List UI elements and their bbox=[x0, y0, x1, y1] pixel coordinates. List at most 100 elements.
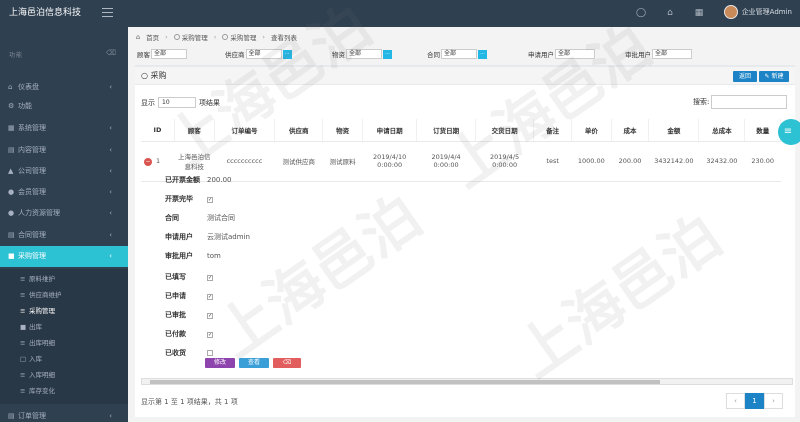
collapse-row-icon[interactable]: − bbox=[144, 157, 152, 166]
material-picker-button[interactable]: ... bbox=[383, 49, 392, 59]
customer-select[interactable]: 全部 bbox=[151, 49, 187, 59]
sidebar-pin-icon[interactable]: ⌫ bbox=[106, 49, 116, 57]
menu-icon: ≡ bbox=[783, 126, 793, 137]
sidebar-item-dashboard[interactable]: ⌂ 仪表盘 ‹ bbox=[0, 77, 128, 98]
detail-filled: 已填写 ✓ bbox=[165, 273, 213, 281]
page-size-select[interactable]: 10 bbox=[158, 97, 196, 108]
filled-checkbox: ✓ bbox=[207, 275, 213, 281]
supplier-picker-button[interactable]: ... bbox=[282, 49, 292, 59]
invoice-done-checkbox: ✓ bbox=[207, 197, 213, 203]
detail-applied: 已申请 ✓ bbox=[165, 292, 213, 300]
th-id[interactable]: ID bbox=[141, 119, 175, 142]
grid-icon: ▦ bbox=[8, 124, 15, 132]
new-button[interactable]: ✎ 新建 bbox=[759, 71, 789, 82]
contract-icon: ▤ bbox=[8, 231, 15, 239]
gear-icon: ⚙ bbox=[8, 102, 15, 110]
search-control: 搜索: bbox=[693, 95, 788, 109]
supplier-select[interactable]: 全部 bbox=[245, 49, 282, 59]
approver-select[interactable]: 全部 bbox=[652, 49, 692, 59]
filter-supplier: 供应商 全部 ... bbox=[225, 49, 292, 59]
detail-paid: 已付款 ✓ bbox=[165, 330, 213, 338]
sidebar-sub-suppliers[interactable]: ≡ 供应商维护 bbox=[0, 287, 128, 303]
sidebar-item-purchase[interactable]: ■ 采购管理 ‹ bbox=[0, 246, 128, 267]
sidebar-item-orders[interactable]: ▤ 订单管理 ‹ bbox=[0, 406, 128, 422]
floating-menu-button[interactable]: ≡ bbox=[778, 119, 800, 145]
th-amount[interactable]: 金额 bbox=[648, 119, 700, 142]
sidebar-item-contracts[interactable]: ▤ 合同管理 ‹ bbox=[0, 225, 128, 246]
sidebar-sub-outbound-detail[interactable]: ≡ 出库明细 bbox=[0, 335, 128, 351]
filter-bar: 顾客 全部 供应商 全部 ... 物资 全部 ... 合同 全部 ... 申请用… bbox=[137, 49, 797, 61]
th-cost[interactable]: 成本 bbox=[611, 119, 650, 142]
sidebar-sub-inventory[interactable]: ≡ 库存变化 bbox=[0, 383, 128, 399]
building-icon: ▲ bbox=[8, 167, 14, 175]
menu-toggle-icon[interactable] bbox=[102, 8, 113, 18]
view-button[interactable]: 查看 bbox=[239, 358, 269, 368]
back-button[interactable]: 返回 bbox=[733, 71, 757, 82]
list-icon: ≡ bbox=[20, 291, 26, 299]
th-delivery-date[interactable]: 交货日期 bbox=[475, 119, 535, 142]
calendar-icon[interactable]: ▦ bbox=[693, 7, 705, 19]
th-remark[interactable]: 备注 bbox=[533, 119, 572, 142]
horizontal-scrollbar[interactable] bbox=[141, 378, 793, 385]
contract-select[interactable]: 全部 bbox=[441, 49, 477, 59]
sidebar-item-content[interactable]: ▤ 内容管理 ‹ bbox=[0, 140, 128, 161]
sidebar: 功能 ⌫ ⌂ 仪表盘 ‹ ⚙ 功能 ▦ 系统管理 ‹ ▤ 内容管理 ‹ ▲ 公司管理 ‹ ● 会员管… bbox=[0, 27, 128, 422]
breadcrumb-level1[interactable]: 采购管理 bbox=[173, 32, 208, 42]
search-input[interactable] bbox=[711, 95, 788, 109]
panel-header: ○ 采购 返回 ✎ 新建 bbox=[135, 67, 795, 85]
sidebar-sub-purchase[interactable]: ≡ 采购管理 bbox=[0, 303, 128, 319]
sidebar-sub-outbound[interactable]: ■ 出库 bbox=[0, 319, 128, 335]
sidebar-sub-inbound-detail[interactable]: ≡ 入库明细 bbox=[0, 367, 128, 383]
th-order-no[interactable]: 订单编号 bbox=[214, 119, 276, 142]
sidebar-item-system[interactable]: ▦ 系统管理 ‹ bbox=[0, 118, 128, 139]
cell-remark: test bbox=[533, 141, 572, 182]
th-unit-price[interactable]: 单价 bbox=[571, 119, 612, 142]
list-icon: ≡ bbox=[20, 339, 26, 347]
scrollbar-thumb[interactable] bbox=[150, 380, 660, 384]
order-icon: ▤ bbox=[8, 412, 15, 420]
purchase-panel: ○ 采购 返回 ✎ 新建 显示 10 项结果 搜索: ID 顾客 订单编号 供应… bbox=[135, 65, 795, 417]
th-supplier[interactable]: 供应商 bbox=[274, 119, 324, 142]
th-apply-date[interactable]: 申请日期 bbox=[362, 119, 418, 142]
sidebar-sub-inbound[interactable]: □ 入库 bbox=[0, 351, 128, 367]
th-order-date[interactable]: 订货日期 bbox=[416, 119, 476, 142]
prev-page-button[interactable]: ‹ bbox=[726, 393, 745, 409]
th-total-cost[interactable]: 总成本 bbox=[698, 119, 746, 142]
panel-title: ○ 采购 bbox=[141, 71, 167, 80]
applicant-select[interactable]: 全部 bbox=[555, 49, 595, 59]
list-icon: ≡ bbox=[20, 387, 26, 395]
pagination: ‹ 1 › bbox=[726, 393, 783, 409]
contract-picker-button[interactable]: ... bbox=[478, 49, 487, 59]
th-quantity[interactable]: 数量 bbox=[744, 119, 781, 142]
bell-icon[interactable]: ◯ bbox=[635, 7, 647, 19]
detail-approved: 已审批 ✓ bbox=[165, 311, 213, 319]
delete-button[interactable]: ⌫ 删除 bbox=[273, 358, 301, 376]
breadcrumb-home[interactable]: 首页 bbox=[146, 32, 159, 42]
edit-button[interactable]: 修改 bbox=[205, 358, 235, 368]
th-material[interactable]: 物资 bbox=[322, 119, 363, 142]
cell-order-date: 2019/4/4 0:00:00 bbox=[416, 141, 476, 182]
sidebar-item-hr[interactable]: ● 人力资源管理 ‹ bbox=[0, 203, 128, 224]
breadcrumb-level2[interactable]: 采购管理 bbox=[222, 32, 256, 42]
next-page-button[interactable]: › bbox=[764, 393, 783, 409]
home-icon: ⌂ bbox=[8, 83, 13, 91]
user-menu[interactable]: 企业管理Admin bbox=[723, 5, 792, 19]
sidebar-sub-materials[interactable]: ≡ 原料维护 bbox=[0, 271, 128, 287]
sidebar-item-functions[interactable]: ⚙ 功能 bbox=[0, 96, 128, 117]
material-select[interactable]: 全部 bbox=[346, 49, 382, 59]
paid-checkbox: ✓ bbox=[207, 332, 213, 338]
top-navbar: 上海邑泊信息科技 ◯ ⌂ ▦ 企业管理Admin bbox=[0, 0, 800, 27]
page-1-button[interactable]: 1 bbox=[745, 393, 764, 409]
detail-invoiced-amount: 已开票金额 200.00 bbox=[165, 176, 232, 184]
breadcrumb: ⌂ 首页 › 采购管理 › 采购管理 › 查看列表 bbox=[136, 32, 297, 42]
row-actions: 修改 查看 ⌫ 删除 bbox=[205, 358, 301, 376]
table-summary: 显示第 1 至 1 项结果，共 1 项 bbox=[141, 398, 238, 406]
filter-approver: 审批用户 全部 bbox=[625, 49, 692, 59]
sidebar-item-members[interactable]: ● 会员管理 ‹ bbox=[0, 182, 128, 203]
sidebar-item-company[interactable]: ▲ 公司管理 ‹ bbox=[0, 161, 128, 182]
cell-total-cost: 32432.00 bbox=[698, 141, 745, 182]
cart-icon: ■ bbox=[8, 252, 15, 260]
home-icon[interactable]: ⌂ bbox=[664, 7, 676, 19]
th-customer[interactable]: 顾客 bbox=[174, 119, 215, 142]
avatar bbox=[723, 5, 738, 19]
